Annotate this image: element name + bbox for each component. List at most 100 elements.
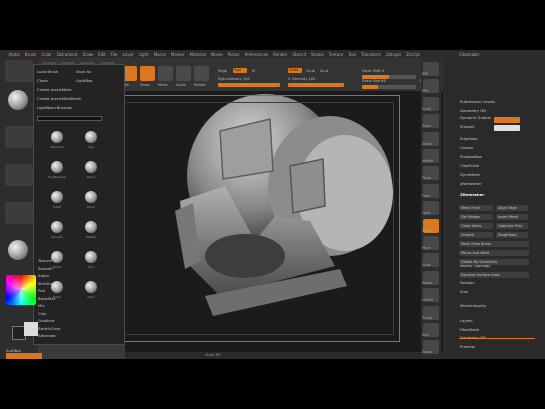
z-intensity-slider[interactable] xyxy=(288,83,344,87)
menu-light[interactable]: Light xyxy=(136,52,151,57)
material-item[interactable]: Texture xyxy=(38,258,52,263)
brush-thumb-pinch[interactable]: Pinch xyxy=(80,189,102,209)
brush-sphere-icon[interactable] xyxy=(8,90,28,110)
brush-popup-item[interactable]: LightBox xyxy=(76,78,93,83)
menu-picker[interactable]: Picker xyxy=(225,52,242,57)
brush-thumb-trim[interactable]: Trim xyxy=(80,249,102,269)
palette-item[interactable]: Edgeloop xyxy=(460,136,478,141)
palette-button[interactable]: Equalize Surface Area xyxy=(459,272,529,278)
menu-movie[interactable]: Movie xyxy=(208,52,225,57)
palette-button[interactable]: StageTools xyxy=(496,232,528,238)
palette-item[interactable]: DynaMesh xyxy=(460,172,480,177)
menu-macro[interactable]: Macro xyxy=(151,52,168,57)
brush-thumb-dam[interactable]: Dam xyxy=(80,279,102,299)
menu-document[interactable]: Document xyxy=(54,52,80,57)
palette-button[interactable]: Insert Mesh xyxy=(496,214,528,220)
palette-button[interactable]: Mesh From xyxy=(459,205,493,211)
palette-button[interactable]: Mesh From Brush xyxy=(459,241,529,247)
palette-button[interactable]: Close Holes xyxy=(459,223,493,229)
brush-popup-item[interactable]: Save As xyxy=(76,69,91,74)
brush-thumb-claybuildup[interactable]: ClayBuildup xyxy=(46,159,68,179)
palette-button[interactable]: Delete By Symmetry xyxy=(459,259,529,265)
material-item[interactable]: Alpha xyxy=(38,273,49,278)
material-item[interactable]: Smooth xyxy=(38,266,53,271)
brush-thumb-standard[interactable]: Standard xyxy=(46,129,68,149)
menu-alpha[interactable]: Alpha xyxy=(6,52,22,57)
menu-zplugin[interactable]: Zplugin xyxy=(384,52,404,57)
menu-color[interactable]: Color xyxy=(39,52,54,57)
brush-thumb-flatten[interactable]: Flatten xyxy=(80,219,102,239)
main-color-swatch[interactable] xyxy=(24,322,38,336)
material-item[interactable]: Clay xyxy=(38,311,46,316)
menu-draw[interactable]: Draw xyxy=(80,52,95,57)
brush-popup-item[interactable]: LightBox>Brushes xyxy=(37,105,72,110)
store-mt-label[interactable]: Store MT xyxy=(205,353,221,357)
menu-zscript[interactable]: Zscript xyxy=(404,52,423,57)
m-toggle[interactable]: M xyxy=(252,69,255,73)
brush-popup-item[interactable]: Clone xyxy=(37,78,48,83)
rotate-button[interactable] xyxy=(194,66,209,81)
material-item[interactable]: Gradient xyxy=(38,318,55,323)
menu-material[interactable]: Material xyxy=(187,52,208,57)
menu-stencil[interactable]: Stencil xyxy=(290,52,309,57)
palette-subpanel[interactable]: FiberMesh xyxy=(460,327,479,332)
menu-layer[interactable]: Layer xyxy=(120,52,136,57)
palette-item[interactable]: Dynamic Subdiv xyxy=(460,115,491,120)
draw-size-slider[interactable] xyxy=(362,85,416,89)
brush-thumb-smooth[interactable]: Smooth xyxy=(46,219,68,239)
palette-item[interactable]: Size xyxy=(460,289,468,294)
brush-popup-item[interactable]: Create InsertMultiMesh xyxy=(37,96,81,101)
texture-thumb[interactable] xyxy=(5,202,33,224)
zadd-toggle[interactable]: Zadd xyxy=(288,68,302,73)
move-button[interactable] xyxy=(158,66,173,81)
rgb-intensity-slider[interactable] xyxy=(218,83,280,87)
palette-item[interactable]: ClayPolish xyxy=(460,163,479,168)
palette-item[interactable]: qRemesher xyxy=(460,181,482,186)
palette-item[interactable]: Subdivision Levels xyxy=(460,99,495,104)
brush-popup-item[interactable]: Load Brush xyxy=(37,69,58,74)
rgb-toggle[interactable]: Rgb xyxy=(233,68,247,73)
brush-popup-item[interactable]: Create InsertMesh xyxy=(37,87,72,92)
menu-edit[interactable]: Edit xyxy=(96,52,109,57)
palette-item[interactable]: Crease xyxy=(460,145,473,150)
menu-render[interactable]: Render xyxy=(271,52,290,57)
menu-brush[interactable]: Brush xyxy=(22,52,39,57)
brush-search-input[interactable] xyxy=(37,116,102,121)
smooth-value-swatch[interactable] xyxy=(494,125,520,131)
menu-file[interactable]: File xyxy=(108,52,120,57)
material-item[interactable]: Alternate xyxy=(38,333,56,338)
material-item[interactable]: SwitchColor xyxy=(38,326,60,331)
menu-texture[interactable]: Texture xyxy=(326,52,346,57)
palette-button[interactable]: Align Edge xyxy=(496,205,528,211)
zcut-toggle[interactable]: Zcut xyxy=(320,69,328,73)
brush-thumb-clay[interactable]: Clay xyxy=(80,129,102,149)
material-item[interactable]: Mix xyxy=(38,303,45,308)
menu-tool[interactable]: Tool xyxy=(346,52,359,57)
palette-item[interactable]: MeshIntegrity xyxy=(460,303,486,308)
palette-subpanel[interactable]: Layers xyxy=(460,318,473,323)
stroke-thumb[interactable] xyxy=(5,126,33,148)
material-item[interactable]: BasicMat xyxy=(38,296,55,301)
brush-thumb-move[interactable]: Move xyxy=(80,159,102,179)
material-item[interactable]: SkinShade xyxy=(38,281,58,286)
palette-item[interactable]: Geometry HD xyxy=(460,108,486,113)
mrgb-toggle[interactable]: Mrgb xyxy=(218,69,227,73)
brush-thumb-inflat[interactable]: Inflat xyxy=(46,189,68,209)
brush-thumb[interactable] xyxy=(5,60,33,82)
palette-item[interactable]: ShadowBox xyxy=(460,154,482,159)
menu-marker[interactable]: Marker xyxy=(168,52,187,57)
palette-button[interactable]: Del Hidden xyxy=(459,214,493,220)
palette-button[interactable]: Optimize Pnts xyxy=(496,223,528,229)
palette-subpanel[interactable]: Preview xyxy=(460,344,475,349)
menu-stroke[interactable]: Stroke xyxy=(308,52,326,57)
palette-item[interactable]: ZRemesher xyxy=(460,192,484,197)
material-item[interactable]: Flat xyxy=(38,288,45,293)
alpha-thumb[interactable] xyxy=(5,164,33,186)
menu-preferences[interactable]: Preferences xyxy=(242,52,271,57)
smooth-toggle-swatch[interactable] xyxy=(494,117,520,123)
palette-button[interactable]: Mirror And Weld xyxy=(459,250,529,256)
scale-button[interactable] xyxy=(176,66,191,81)
color-picker[interactable] xyxy=(6,275,36,305)
palette-item[interactable]: Position xyxy=(460,280,475,285)
menu-transform[interactable]: Transform xyxy=(359,52,384,57)
